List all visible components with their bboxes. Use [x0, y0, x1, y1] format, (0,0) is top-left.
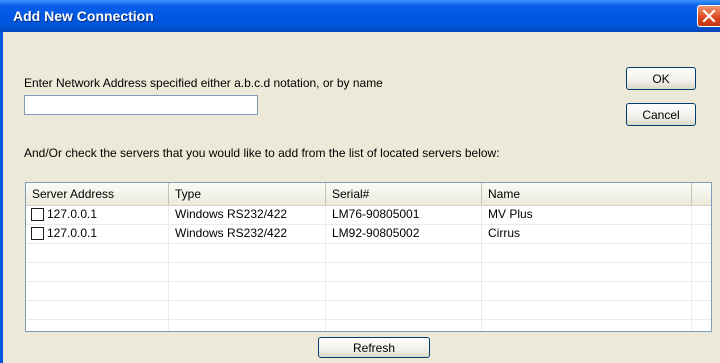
network-address-input[interactable]	[24, 95, 258, 115]
table-row[interactable]: 127.0.0.1 Windows RS232/422 LM92-9080500…	[26, 224, 711, 243]
refresh-button[interactable]: Refresh	[318, 337, 430, 358]
cell-name: Cirrus	[488, 226, 520, 240]
close-icon	[702, 9, 716, 23]
cell-server-address: 127.0.0.1	[47, 207, 98, 221]
column-header-type[interactable]: Type	[169, 183, 326, 205]
title-bar[interactable]: Add New Connection	[0, 0, 720, 32]
cell-type: Windows RS232/422	[175, 226, 288, 240]
grid-line	[26, 243, 711, 244]
close-button[interactable]	[697, 5, 720, 27]
cell-server-address: 127.0.0.1	[47, 226, 98, 240]
list-header: Server Address Type Serial# Name	[26, 183, 711, 206]
cancel-button[interactable]: Cancel	[626, 103, 696, 126]
grid-line	[26, 319, 711, 320]
cell-serial: LM76-90805001	[332, 207, 420, 221]
table-row[interactable]: 127.0.0.1 Windows RS232/422 LM76-9080500…	[26, 205, 711, 224]
window-title: Add New Connection	[13, 8, 154, 24]
ok-button[interactable]: OK	[626, 67, 696, 90]
column-header-name[interactable]: Name	[482, 183, 692, 205]
row-checkbox[interactable]	[31, 227, 44, 240]
column-header-serial[interactable]: Serial#	[326, 183, 482, 205]
servers-label: And/Or check the servers that you would …	[24, 146, 500, 160]
grid-line	[26, 300, 711, 301]
address-label: Enter Network Address specified either a…	[24, 76, 383, 90]
server-list[interactable]: Server Address Type Serial# Name 127.0.0…	[25, 182, 712, 332]
grid-line	[26, 262, 711, 263]
row-checkbox[interactable]	[31, 208, 44, 221]
window-frame	[0, 32, 3, 363]
cell-serial: LM92-90805002	[332, 226, 420, 240]
column-header-server-address[interactable]: Server Address	[26, 183, 169, 205]
cell-type: Windows RS232/422	[175, 207, 288, 221]
cell-name: MV Plus	[488, 207, 533, 221]
grid-line	[26, 281, 711, 282]
